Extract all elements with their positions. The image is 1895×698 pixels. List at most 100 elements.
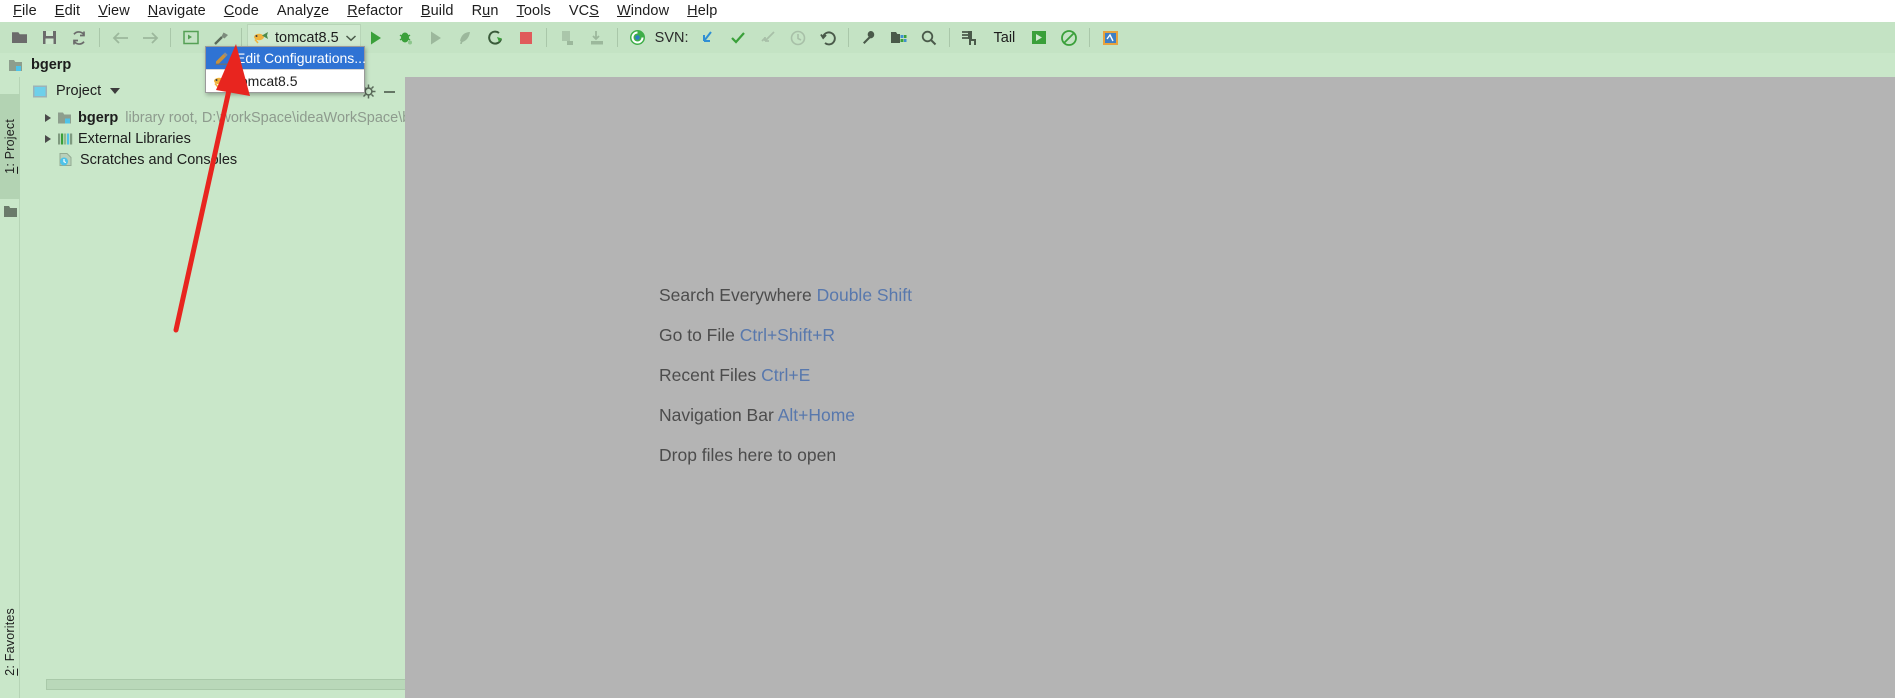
menu-run[interactable]: Run xyxy=(463,1,508,22)
tree-row[interactable]: External Libraries xyxy=(20,128,405,149)
svn-compare-icon[interactable] xyxy=(753,24,783,51)
menu-build[interactable]: Build xyxy=(412,1,463,22)
chevron-right-icon[interactable] xyxy=(40,113,56,122)
tomcat-icon xyxy=(212,74,230,89)
wrench-settings-icon[interactable] xyxy=(854,24,884,51)
tree-label: External Libraries xyxy=(78,130,191,147)
toolbar-separator xyxy=(170,28,171,47)
toolbar-separator xyxy=(948,28,950,47)
toolbar-separator xyxy=(241,28,242,47)
menu-navigate[interactable]: Navigate xyxy=(139,1,215,22)
synchronize-icon[interactable] xyxy=(64,24,94,51)
chevron-down-icon[interactable] xyxy=(110,88,121,94)
tree-row[interactable]: bgerp library root, D:\workSpace\ideaWor… xyxy=(20,107,405,128)
svn-label: SVN: xyxy=(654,29,689,46)
toolbar-separator xyxy=(99,28,100,47)
toolbar-separator xyxy=(847,28,849,47)
tip-shortcut: Double Shift xyxy=(816,285,912,305)
tree-row[interactable]: Scratches and Consoles xyxy=(20,149,405,170)
tree-sublabel: library root, D:\workSpace\ideaWorkSpace… xyxy=(125,109,405,126)
sidebar-item-favorites[interactable]: 2: Favorites xyxy=(0,589,20,694)
update-application-icon[interactable] xyxy=(582,24,612,51)
menu-refactor[interactable]: Refactor xyxy=(338,1,412,22)
save-all-icon[interactable] xyxy=(34,24,64,51)
tip-shortcut: Alt+Home xyxy=(777,405,856,425)
editor-empty-area[interactable]: Search Everywhere Double Shift Go to Fil… xyxy=(405,77,1895,681)
menu-item-label: Edit Configurations... xyxy=(236,50,366,66)
stripe-label-favorites: 2: Favorites xyxy=(3,607,17,676)
stripe-label-project: 1: Project xyxy=(3,119,17,174)
left-tool-stripe: 1: Project 2: Favorites xyxy=(0,77,20,698)
menu-bar: File Edit View Navigate Code Analyze Ref… xyxy=(0,0,1895,22)
plugin-icon[interactable] xyxy=(1095,24,1125,51)
module-folder-icon xyxy=(56,111,74,125)
tip-text: Go to File xyxy=(659,325,735,345)
menu-file[interactable]: File xyxy=(4,1,46,22)
svn-commit-icon[interactable] xyxy=(723,24,753,51)
tip-shortcut: Ctrl+E xyxy=(761,365,811,385)
profile-icon[interactable] xyxy=(451,24,481,51)
menu-window[interactable]: Window xyxy=(608,1,678,22)
tail-label: Tail xyxy=(993,29,1016,46)
chevron-right-icon[interactable] xyxy=(40,134,56,143)
project-view-icon xyxy=(33,85,47,97)
deploy-icon[interactable] xyxy=(552,24,582,51)
tip-text: Drop files here to open xyxy=(659,445,837,465)
list-item: Recent Files Ctrl+E xyxy=(659,365,912,386)
project-structure-icon[interactable] xyxy=(884,24,914,51)
project-panel-horizontal-scrollbar[interactable] xyxy=(46,679,418,690)
minimize-icon[interactable] xyxy=(382,84,397,99)
toggle-panel-icon[interactable] xyxy=(176,24,206,51)
menu-analyze[interactable]: Analyze xyxy=(268,1,338,22)
menu-vcs[interactable]: VCS xyxy=(560,1,608,22)
sidebar-item-project[interactable]: 1: Project xyxy=(0,94,20,199)
menu-view[interactable]: View xyxy=(89,1,139,22)
list-item: Search Everywhere Double Shift xyxy=(659,285,912,306)
open-folder-icon[interactable] xyxy=(4,24,34,51)
rerun-icon[interactable] xyxy=(481,24,511,51)
menu-item-label: tomcat8.5 xyxy=(236,73,298,89)
tail-stop-icon[interactable] xyxy=(1054,24,1084,51)
project-view-title: Project xyxy=(56,83,102,99)
menu-help[interactable]: Help xyxy=(678,1,726,22)
svn-update-icon[interactable] xyxy=(693,24,723,51)
run-icon[interactable] xyxy=(361,24,391,51)
run-with-coverage-icon[interactable] xyxy=(421,24,451,51)
back-arrow-icon[interactable] xyxy=(105,24,135,51)
idea-window: File Edit View Navigate Code Analyze Ref… xyxy=(0,0,1895,698)
search-icon[interactable] xyxy=(914,24,944,51)
tail-run-icon[interactable] xyxy=(1024,24,1054,51)
tree-label: bgerp xyxy=(78,109,119,126)
tree-label: Scratches and Consoles xyxy=(80,151,238,168)
module-folder-icon xyxy=(9,59,22,71)
scratches-icon xyxy=(58,152,76,167)
toolbar-separator xyxy=(616,28,618,47)
menu-item-edit-configurations[interactable]: Edit Configurations... xyxy=(206,47,366,69)
menu-tools[interactable]: Tools xyxy=(508,1,560,22)
database-save-icon[interactable] xyxy=(955,24,985,51)
list-item: Go to File Ctrl+Shift+R xyxy=(659,325,912,346)
run-configuration-popup: Edit Configurations... tomcat8.5 xyxy=(205,46,366,93)
tip-text: Navigation Bar xyxy=(659,405,774,425)
tomcat-icon xyxy=(254,32,268,44)
list-item: Drop files here to open xyxy=(659,445,912,466)
tip-shortcut: Ctrl+Shift+R xyxy=(739,325,836,345)
toolbar-separator xyxy=(545,28,547,47)
forward-arrow-icon[interactable] xyxy=(135,24,165,51)
tip-text: Recent Files xyxy=(659,365,757,385)
svn-logo-icon xyxy=(623,24,653,51)
tip-text: Search Everywhere xyxy=(659,285,812,305)
chevron-down-icon[interactable] xyxy=(345,33,357,43)
svn-history-icon[interactable] xyxy=(783,24,813,51)
stop-icon[interactable] xyxy=(511,24,541,51)
svn-revert-icon[interactable] xyxy=(813,24,843,51)
run-configuration-name: tomcat8.5 xyxy=(275,29,339,46)
editor-tips-list: Search Everywhere Double Shift Go to Fil… xyxy=(659,285,912,466)
menu-code[interactable]: Code xyxy=(215,1,268,22)
breadcrumb-project[interactable]: bgerp xyxy=(31,57,71,73)
project-tree: bgerp library root, D:\workSpace\ideaWor… xyxy=(20,105,405,170)
menu-edit[interactable]: Edit xyxy=(46,1,89,22)
menu-item-tomcat85[interactable]: tomcat8.5 xyxy=(206,70,364,92)
external-libraries-icon xyxy=(56,132,74,146)
debug-icon[interactable] xyxy=(391,24,421,51)
